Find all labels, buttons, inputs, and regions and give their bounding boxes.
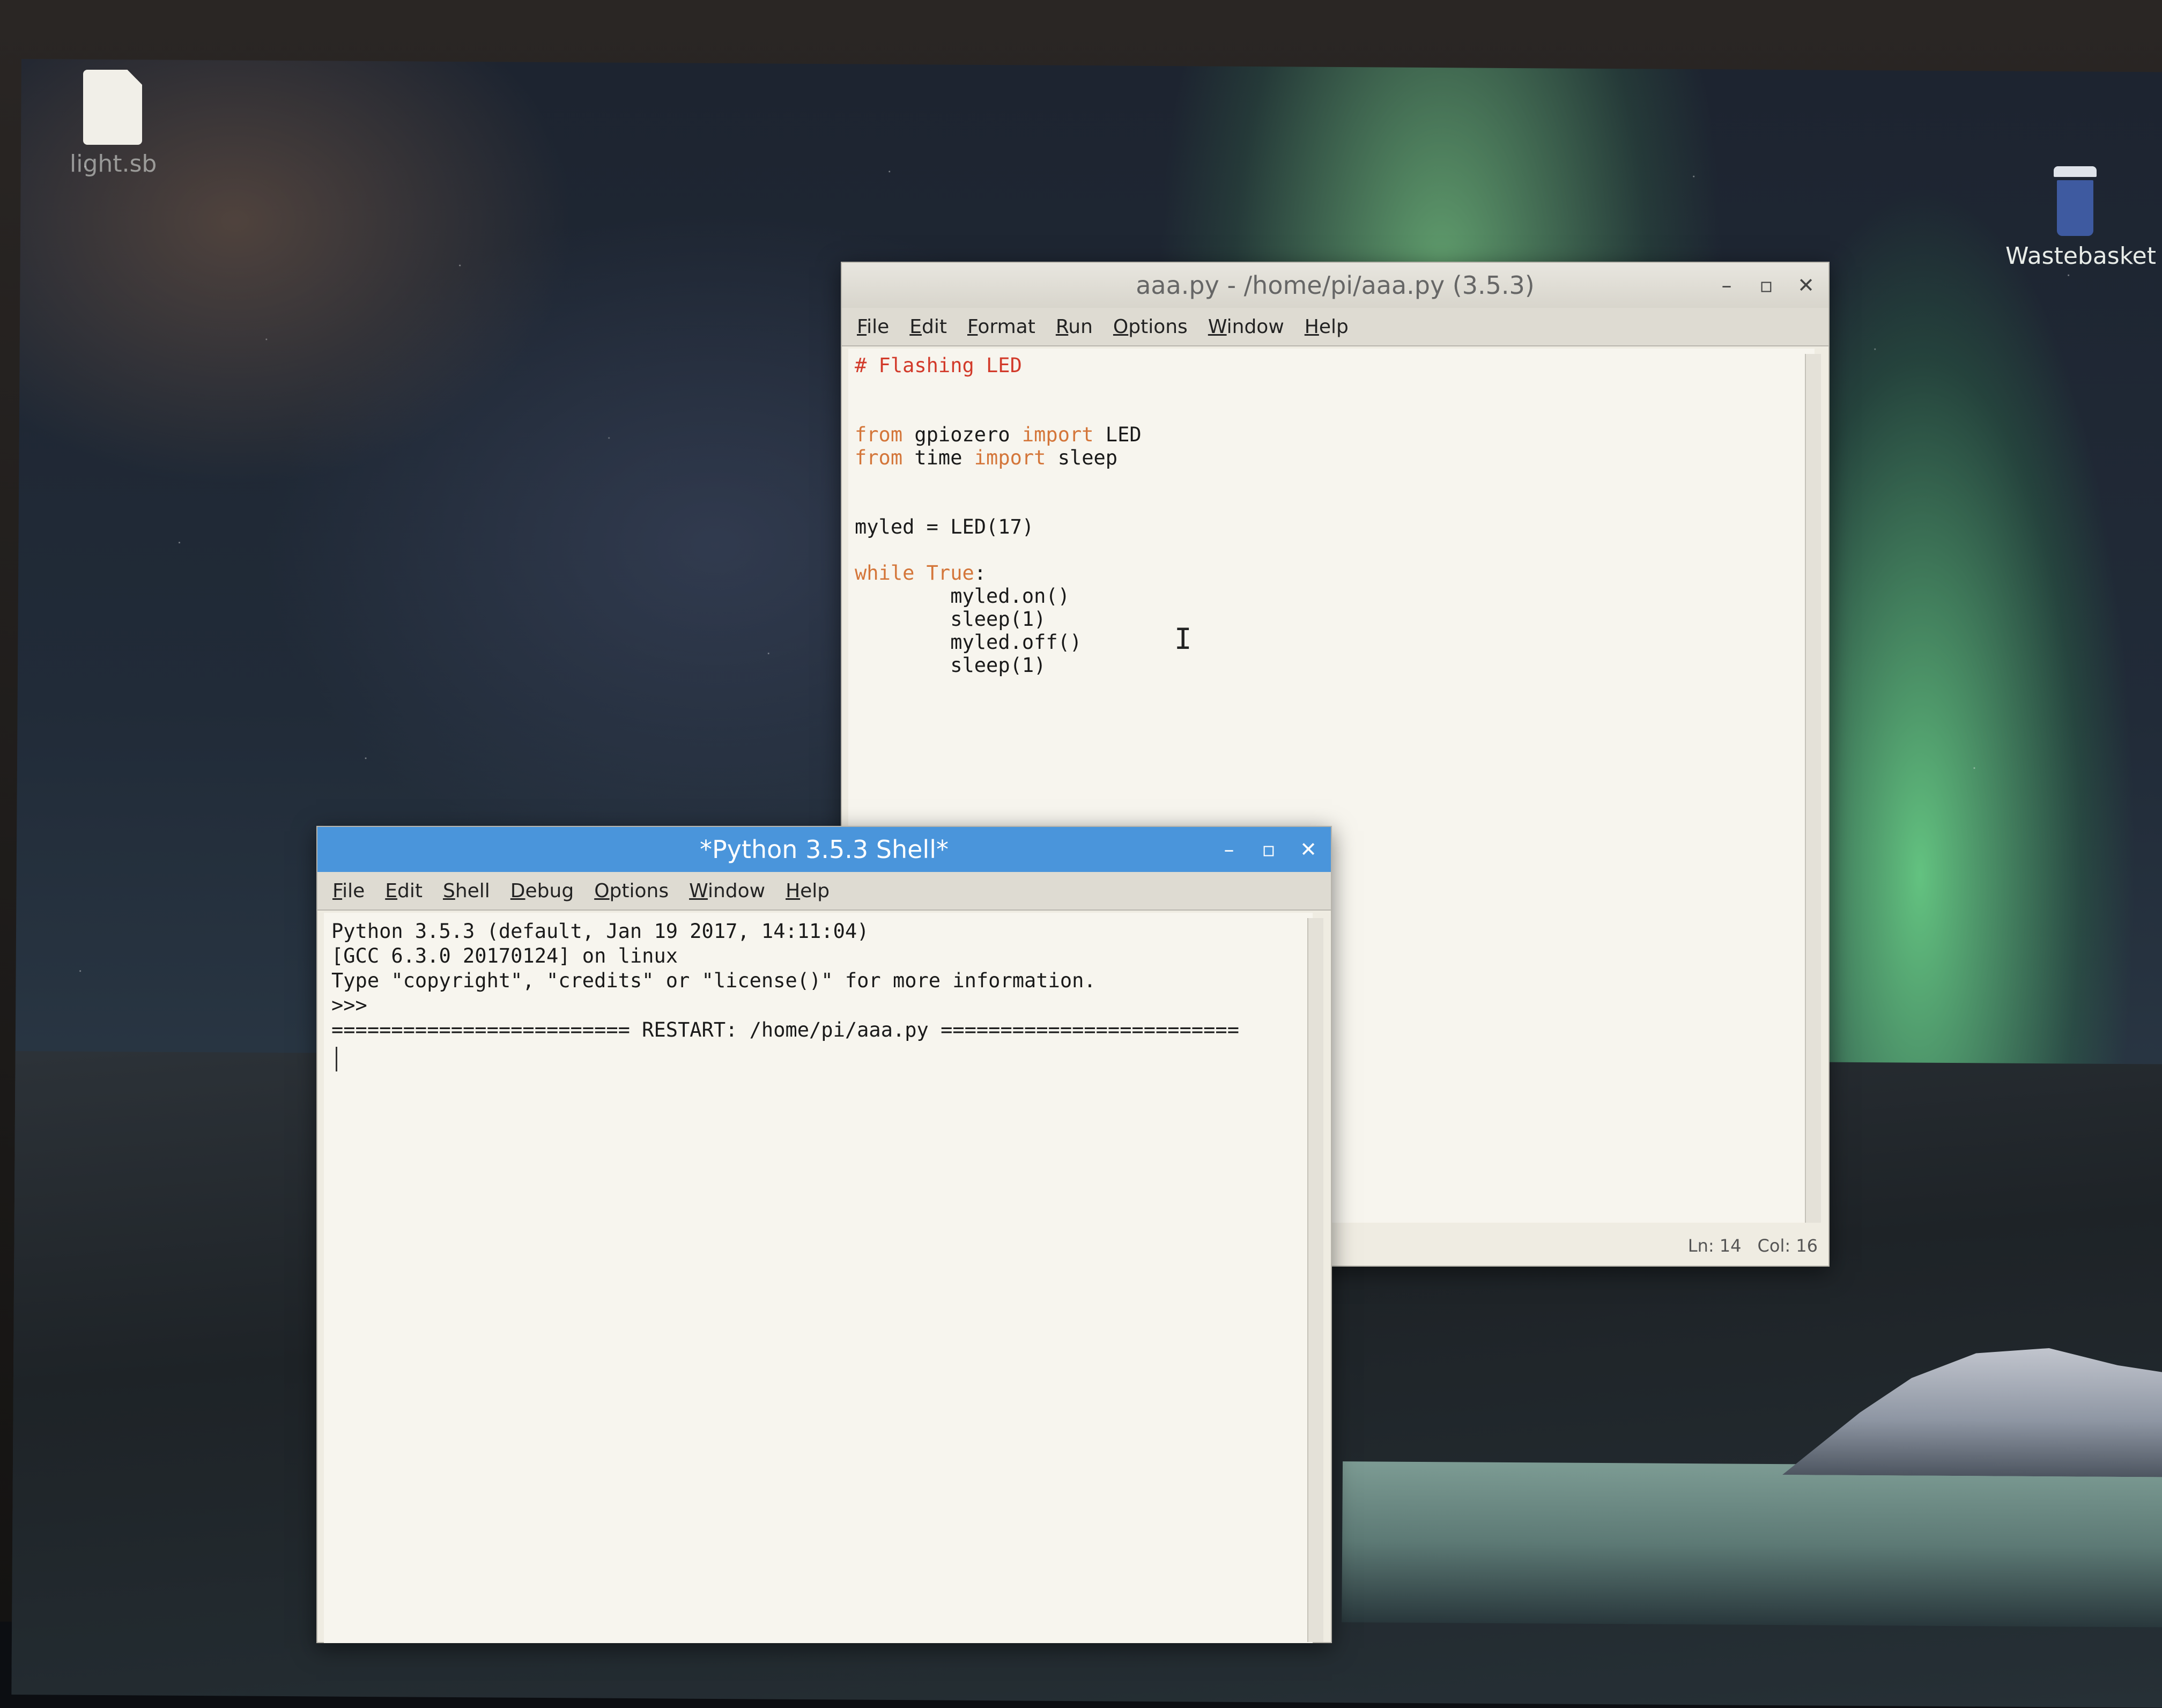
shell-menubar: File Edit Shell Debug Options Window Hel…: [317, 872, 1331, 911]
menu-shell[interactable]: Shell: [443, 880, 490, 902]
menu-help[interactable]: Help: [1305, 316, 1349, 338]
shell-window[interactable]: *Python 3.5.3 Shell* – ▫ ✕ File Edit She…: [316, 826, 1332, 1643]
lake: [1342, 1461, 2162, 1628]
code-line: from gpiozero import LED: [855, 423, 1142, 446]
menu-options[interactable]: Options: [594, 880, 669, 902]
menu-file[interactable]: File: [857, 316, 889, 338]
shell-scrollbar[interactable]: [1307, 918, 1323, 1642]
menu-run[interactable]: Run: [1056, 316, 1093, 338]
code-line: sleep(1): [950, 608, 1046, 631]
code-line: sleep(1): [950, 654, 1046, 677]
trash-icon: [2054, 166, 2097, 236]
code-line: myled = LED(17): [855, 515, 1034, 538]
menu-help[interactable]: Help: [786, 880, 830, 902]
menu-format[interactable]: Format: [967, 316, 1035, 338]
desktop-icon-label: Wastebasket: [2005, 242, 2156, 270]
menu-edit[interactable]: Edit: [909, 316, 947, 338]
editor-titlebar[interactable]: aaa.py - /home/pi/aaa.py (3.5.3) – ▫ ✕: [842, 263, 1828, 308]
shell-line: Type "copyright", "credits" or "license(…: [331, 969, 1096, 992]
desktop-icon-wastebasket[interactable]: Wastebasket: [2005, 166, 2156, 270]
maximize-button[interactable]: ▫: [1756, 273, 1777, 297]
code-line: # Flashing LED: [855, 354, 1022, 377]
editor-menubar: File Edit Format Run Options Window Help: [842, 308, 1828, 346]
shell-titlebar[interactable]: *Python 3.5.3 Shell* – ▫ ✕: [317, 827, 1331, 872]
window-controls: – ▫ ✕: [1218, 827, 1319, 872]
code-line: from time import sleep: [855, 446, 1118, 469]
shell-line: Python 3.5.3 (default, Jan 19 2017, 14:1…: [331, 920, 869, 943]
menu-debug[interactable]: Debug: [510, 880, 574, 902]
desktop-icon-label: light.sb: [70, 150, 157, 178]
code-line: myled.off(): [950, 631, 1082, 654]
input-caret: [336, 1047, 337, 1071]
close-button[interactable]: ✕: [1795, 273, 1817, 297]
text-cursor-ibeam-icon: I: [1174, 622, 1192, 656]
maximize-button[interactable]: ▫: [1258, 838, 1279, 861]
file-icon: [83, 70, 142, 145]
menu-edit[interactable]: Edit: [385, 880, 423, 902]
minimize-button[interactable]: –: [1218, 838, 1240, 861]
minimize-button[interactable]: –: [1716, 273, 1737, 297]
code-line: myled.on(): [950, 585, 1070, 608]
code-line: while True:: [855, 561, 987, 585]
menu-options[interactable]: Options: [1113, 316, 1188, 338]
shell-restart-line: ========================= RESTART: /home…: [331, 1018, 1239, 1041]
desktop-icon-light-sb[interactable]: light.sb: [70, 70, 157, 178]
editor-scrollbar[interactable]: [1805, 354, 1821, 1223]
editor-statusbar: Ln: 14 Col: 16: [1688, 1236, 1818, 1256]
window-controls: – ▫ ✕: [1716, 263, 1817, 308]
shell-output[interactable]: Python 3.5.3 (default, Jan 19 2017, 14:1…: [324, 913, 1313, 1643]
close-button[interactable]: ✕: [1298, 838, 1319, 861]
window-title: aaa.py - /home/pi/aaa.py (3.5.3): [1136, 271, 1535, 300]
menu-file[interactable]: File: [332, 880, 365, 902]
shell-line: [GCC 6.3.0 20170124] on linux: [331, 944, 678, 967]
line-indicator: Ln: 14: [1687, 1236, 1742, 1256]
menu-window[interactable]: Window: [1208, 316, 1284, 338]
col-indicator: Col: 16: [1757, 1236, 1818, 1256]
shell-prompt: >>>: [331, 994, 367, 1017]
menu-window[interactable]: Window: [689, 880, 765, 902]
window-title: *Python 3.5.3 Shell*: [700, 835, 949, 864]
